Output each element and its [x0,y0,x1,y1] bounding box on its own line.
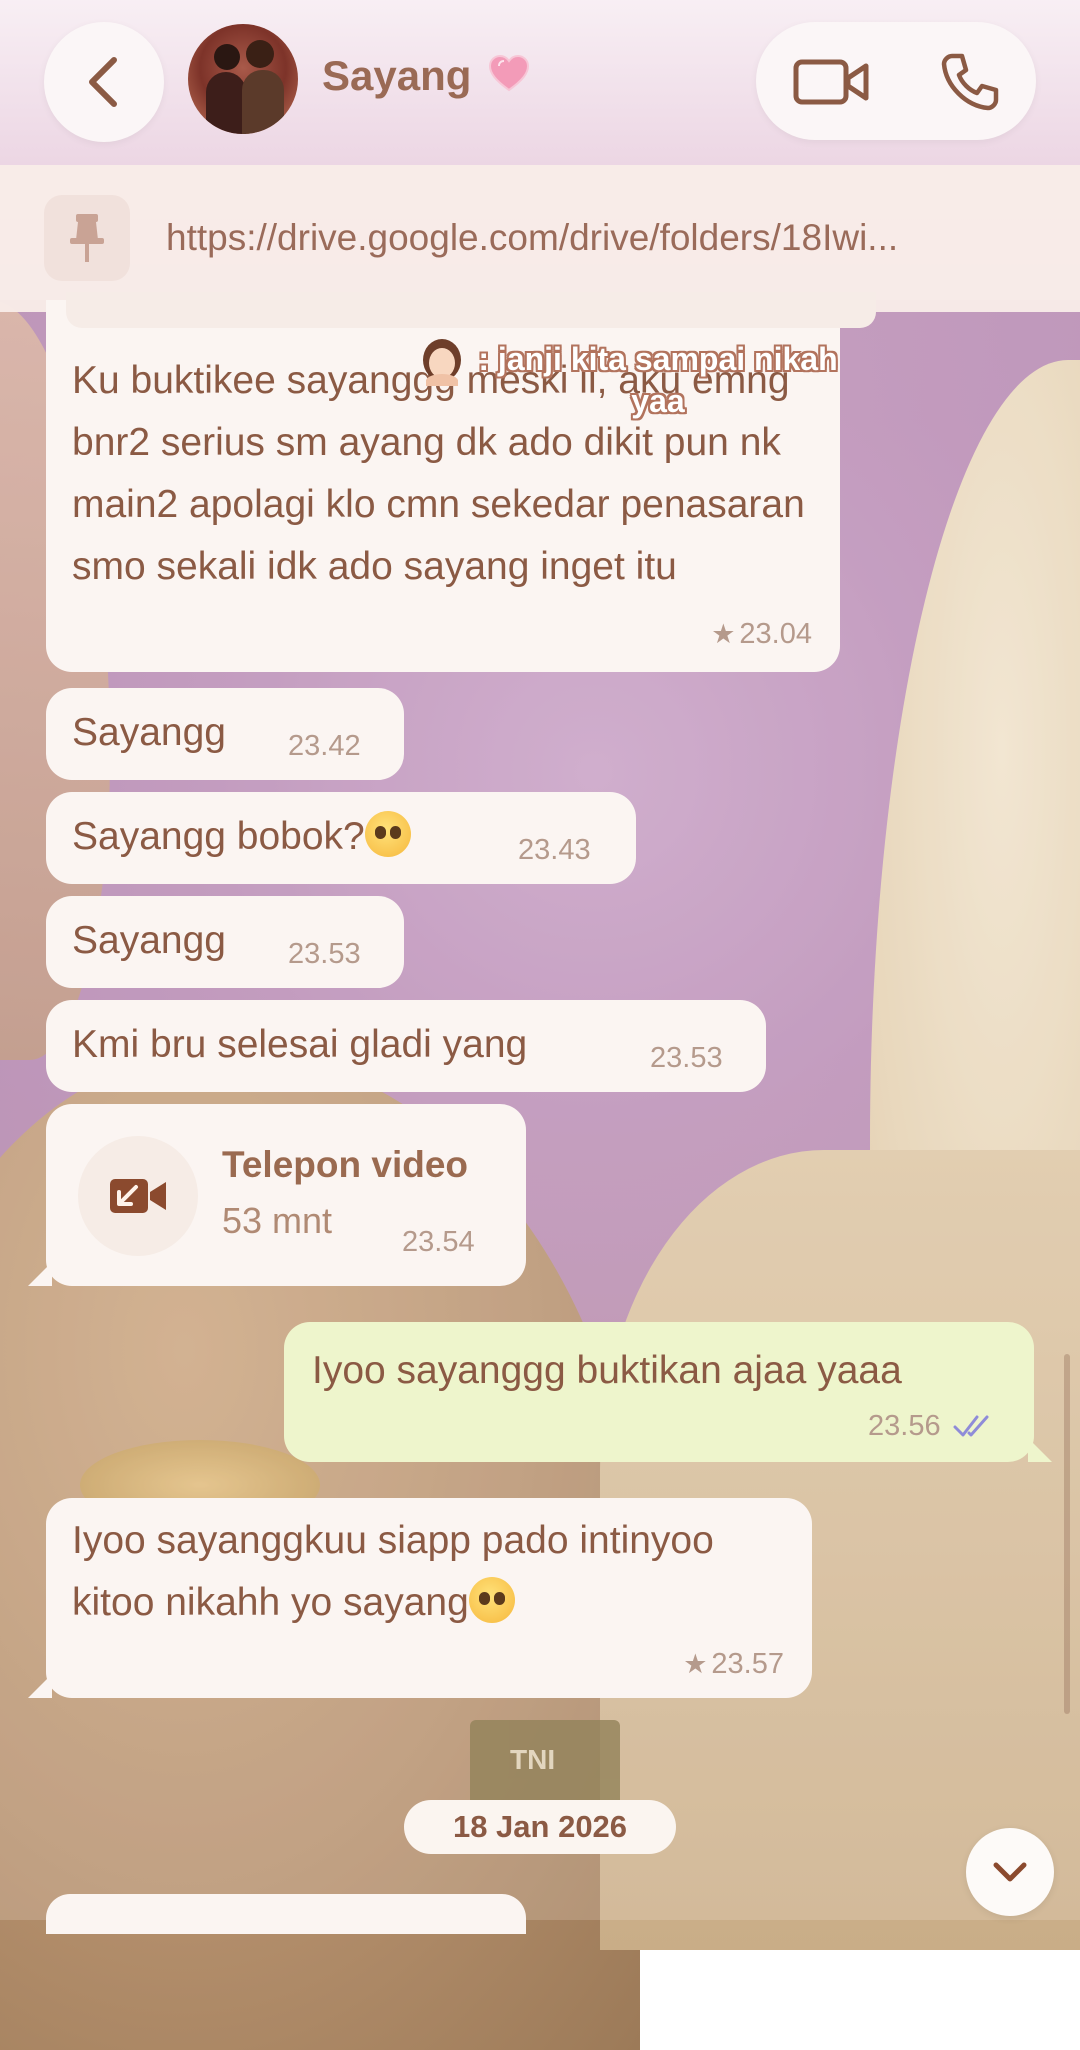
pinned-link[interactable]: https://drive.google.com/drive/folders/1… [166,217,898,259]
scroll-to-bottom-button[interactable] [966,1828,1054,1916]
message-time: 23.56 [868,1410,941,1442]
message-time: 23.54 [402,1226,475,1258]
message-text: Iyoo sayanggg buktikan ajaa yaaa [312,1349,902,1392]
message-time: 23.57 [711,1648,784,1680]
caption-text: : janji kita sampai nikah yaa [478,341,838,420]
call-actions [756,22,1036,140]
pinned-message-bar[interactable]: https://drive.google.com/drive/folders/1… [0,165,1080,312]
chevron-left-icon [89,57,117,107]
message-text: Sayangg [72,919,226,962]
chat-header: Sayang [0,0,1080,165]
woman-emoji-icon [423,339,461,386]
pleading-face-icon [364,811,411,857]
back-button[interactable] [44,22,164,142]
call-icon-circle [78,1136,198,1256]
phone-icon[interactable] [938,50,1002,114]
video-call-bubble[interactable]: Telepon video 53 mnt 23.54 [28,1104,526,1286]
pin-icon-box [44,195,130,281]
message-bubble-outgoing[interactable]: Iyoo sayanggg buktikan ajaa yaaa 23.56 [284,1322,1052,1462]
message-bubble-partial[interactable] [46,1894,526,1934]
message-bubble[interactable]: Sayangg 23.53 [46,896,404,988]
message-time: 23.42 [288,730,361,762]
missed-video-call-icon [110,1179,166,1213]
chevron-down-icon [993,1862,1027,1882]
date-separator: 18 Jan 2026 [404,1800,676,1854]
contact-name-text: Sayang [322,52,472,99]
message-text: Kmi bru selesai gladi yang [72,1023,528,1066]
message-time: ★ 23.04 [711,618,812,650]
scrollbar[interactable] [1064,1354,1070,1714]
contact-name[interactable]: Sayang [322,52,531,100]
message-text: Iyoo sayanggkuu siapp pado intinyoo kito… [72,1519,714,1624]
call-duration: 53 mnt [222,1200,333,1241]
message-text: Sayangg [72,711,226,754]
pin-icon [70,214,104,262]
pink-heart-icon [489,54,530,92]
video-camera-icon[interactable] [792,52,872,112]
overlay-caption: : janji kita sampai nikah yaa [418,338,858,422]
message-text: Sayangg bobok? [72,815,365,858]
star-icon: ★ [711,619,736,649]
message-bubble[interactable]: Sayangg 23.42 [46,688,404,780]
message-bubble[interactable]: Iyoo sayanggkuu siapp pado intinyoo kito… [28,1498,812,1698]
call-title: Telepon video [222,1144,469,1185]
message-time: 23.53 [288,938,361,970]
double-check-icon [953,1415,989,1437]
star-icon: ★ [683,1649,708,1679]
message-time: 23.53 [650,1042,723,1074]
message-time: 23.43 [518,834,591,866]
avatar[interactable] [188,24,298,134]
pleading-face-icon [468,1577,515,1623]
message-bubble[interactable]: Kmi bru selesai gladi yang 23.53 [46,1000,766,1092]
message-bubble[interactable]: Sayangg bobok? 23.43 [46,792,636,884]
